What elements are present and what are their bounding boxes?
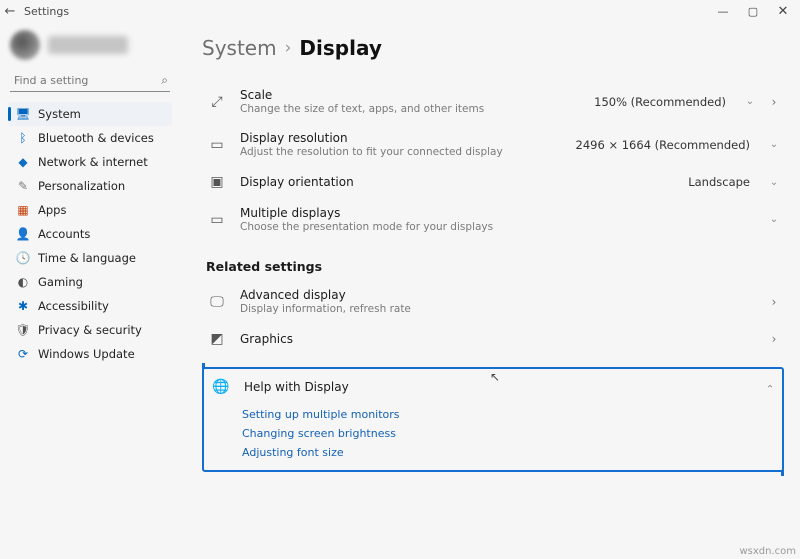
resolution-icon: ▭ <box>206 137 228 153</box>
search-box[interactable]: ⌕ <box>10 70 170 92</box>
sidebar: ⌕ 🖥 System ᛒ Bluetooth & devices ◆ Netwo… <box>0 22 182 559</box>
setting-title: Graphics <box>240 332 756 346</box>
sidebar-item-label: Gaming <box>38 275 83 289</box>
chevron-right-icon: › <box>285 38 292 58</box>
sidebar-item-privacy[interactable]: 🛡 Privacy & security <box>8 318 172 342</box>
chevron-right-icon[interactable]: › <box>768 295 780 309</box>
window-title: Settings <box>24 5 69 18</box>
sidebar-item-gaming[interactable]: ◐ Gaming <box>8 270 172 294</box>
chevron-up-icon[interactable]: ⌄ <box>764 382 776 393</box>
setting-value[interactable]: Landscape <box>688 175 750 189</box>
setting-title: Display resolution <box>240 131 564 145</box>
sidebar-item-time[interactable]: 🕓 Time & language <box>8 246 172 270</box>
sidebar-item-accessibility[interactable]: ✱ Accessibility <box>8 294 172 318</box>
sidebar-item-label: Bluetooth & devices <box>38 131 154 145</box>
setting-orientation[interactable]: ▣ Display orientation Landscape ⌄ <box>202 166 784 198</box>
setting-subtitle: Adjust the resolution to fit your connec… <box>240 146 564 158</box>
help-link-multiple-monitors[interactable]: Setting up multiple monitors <box>242 405 780 424</box>
chevron-right-icon[interactable]: › <box>768 332 780 346</box>
globe-icon: 🌐 <box>210 379 232 395</box>
avatar <box>10 30 40 60</box>
setting-scale[interactable]: ⤢ Scale Change the size of text, apps, a… <box>202 80 784 123</box>
titlebar: ← Settings — ▢ ✕ <box>0 0 800 22</box>
chevron-down-icon[interactable]: ⌄ <box>768 214 780 225</box>
accounts-icon: 👤 <box>16 227 30 241</box>
sidebar-item-accounts[interactable]: 👤 Accounts <box>8 222 172 246</box>
update-icon: ⟳ <box>16 347 30 361</box>
sidebar-item-network[interactable]: ◆ Network & internet <box>8 150 172 174</box>
nav-list: 🖥 System ᛒ Bluetooth & devices ◆ Network… <box>8 102 172 366</box>
privacy-icon: 🛡 <box>16 323 30 337</box>
help-link-brightness[interactable]: Changing screen brightness <box>242 424 780 443</box>
search-icon: ⌕ <box>161 73 168 88</box>
sidebar-item-label: Accounts <box>38 227 90 241</box>
profile[interactable] <box>8 26 172 70</box>
sidebar-item-apps[interactable]: ▦ Apps <box>8 198 172 222</box>
page-title: Display <box>299 36 381 60</box>
setting-subtitle: Change the size of text, apps, and other… <box>240 103 582 115</box>
multiple-displays-icon: ▭ <box>206 212 228 228</box>
sidebar-item-label: System <box>38 107 81 121</box>
chevron-down-icon[interactable]: ⌄ <box>768 139 780 150</box>
accessibility-icon: ✱ <box>16 299 30 313</box>
breadcrumb: System › Display <box>202 36 784 60</box>
search-input[interactable] <box>12 73 161 88</box>
apps-icon: ▦ <box>16 203 30 217</box>
sidebar-item-personalization[interactable]: ✎ Personalization <box>8 174 172 198</box>
setting-title: Advanced display <box>240 288 756 302</box>
profile-name-blurred <box>48 36 128 54</box>
setting-title: Display orientation <box>240 175 676 189</box>
help-link-font-size[interactable]: Adjusting font size <box>242 443 780 462</box>
setting-resolution[interactable]: ▭ Display resolution Adjust the resoluti… <box>202 123 784 166</box>
scale-icon: ⤢ <box>206 94 228 110</box>
setting-value[interactable]: 2496 × 1664 (Recommended) <box>576 138 750 152</box>
setting-graphics[interactable]: ◩ Graphics › <box>202 323 784 355</box>
setting-title: Multiple displays <box>240 206 756 220</box>
setting-title: Scale <box>240 88 582 102</box>
close-button[interactable]: ✕ <box>768 0 798 22</box>
sidebar-item-label: Windows Update <box>38 347 135 361</box>
sidebar-item-label: Time & language <box>38 251 136 265</box>
help-links: Setting up multiple monitors Changing sc… <box>206 403 780 464</box>
maximize-button[interactable]: ▢ <box>738 0 768 22</box>
breadcrumb-parent[interactable]: System <box>202 36 277 60</box>
minimize-button[interactable]: — <box>708 0 738 22</box>
back-button[interactable]: ← <box>2 4 18 19</box>
help-header-row[interactable]: 🌐 Help with Display ↖ ⌄ <box>206 371 780 403</box>
sidebar-item-label: Personalization <box>38 179 125 193</box>
gaming-icon: ◐ <box>16 275 30 289</box>
monitor-icon: 🖵 <box>206 294 228 310</box>
sidebar-item-update[interactable]: ⟳ Windows Update <box>8 342 172 366</box>
main-content: System › Display ⤢ Scale Change the size… <box>182 22 800 559</box>
bluetooth-icon: ᛒ <box>16 131 30 145</box>
watermark: wsxdn.com <box>739 546 796 557</box>
personalization-icon: ✎ <box>16 179 30 193</box>
sidebar-item-bluetooth[interactable]: ᛒ Bluetooth & devices <box>8 126 172 150</box>
graphics-icon: ◩ <box>206 331 228 347</box>
sidebar-item-label: Network & internet <box>38 155 148 169</box>
network-icon: ◆ <box>16 155 30 169</box>
setting-multiple-displays[interactable]: ▭ Multiple displays Choose the presentat… <box>202 198 784 241</box>
orientation-icon: ▣ <box>206 174 228 190</box>
cursor-icon: ↖ <box>490 370 500 384</box>
chevron-down-icon[interactable]: ⌄ <box>744 96 756 107</box>
sidebar-item-label: Apps <box>38 203 66 217</box>
setting-subtitle: Choose the presentation mode for your di… <box>240 221 756 233</box>
chevron-right-icon[interactable]: › <box>768 95 780 109</box>
setting-value[interactable]: 150% (Recommended) <box>594 95 726 109</box>
help-with-display-section: 🌐 Help with Display ↖ ⌄ Setting up multi… <box>202 367 784 472</box>
sidebar-item-label: Accessibility <box>38 299 109 313</box>
setting-advanced-display[interactable]: 🖵 Advanced display Display information, … <box>202 280 784 323</box>
section-related-settings: Related settings <box>202 241 784 280</box>
time-icon: 🕓 <box>16 251 30 265</box>
sidebar-item-label: Privacy & security <box>38 323 142 337</box>
system-icon: 🖥 <box>16 107 30 121</box>
sidebar-item-system[interactable]: 🖥 System <box>8 102 172 126</box>
chevron-down-icon[interactable]: ⌄ <box>768 177 780 188</box>
setting-subtitle: Display information, refresh rate <box>240 303 756 315</box>
